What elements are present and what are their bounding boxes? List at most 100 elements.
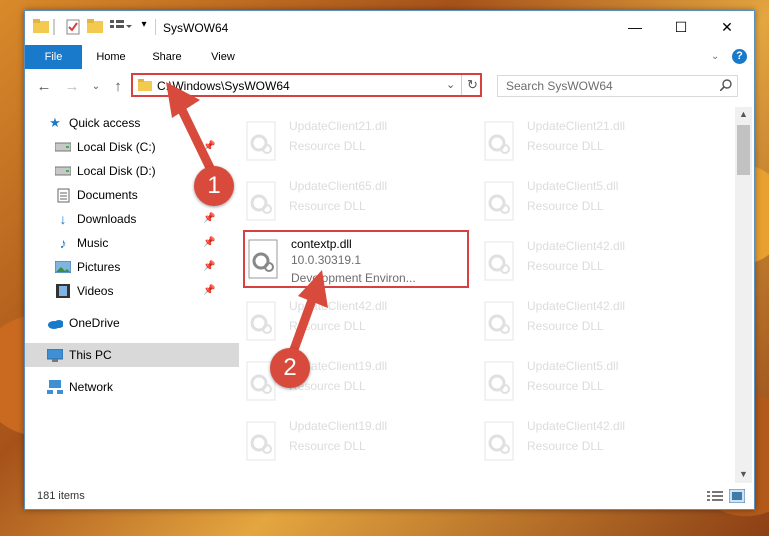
- back-arrow-icon[interactable]: ←: [35, 77, 53, 95]
- file-name: UpdateClient65.dll: [289, 179, 388, 193]
- file-item[interactable]: UpdateClient5.dll Resource DLL: [483, 355, 713, 409]
- file-item[interactable]: UpdateClient42.dll Resource DLL: [483, 295, 713, 349]
- address-bar[interactable]: C:\Windows\SysWOW64 ⌄ ↻: [131, 73, 482, 97]
- folder-icon: [33, 19, 49, 33]
- status-bar: 181 items: [25, 485, 754, 509]
- sidebar-item-label: Local Disk (D:): [77, 164, 156, 178]
- sidebar-item-downloads[interactable]: ↓ Downloads 📌: [25, 207, 247, 231]
- sidebar-item-music[interactable]: ♪ Music 📌: [25, 231, 247, 255]
- file-type: Resource DLL: [527, 379, 604, 393]
- file-item[interactable]: UpdateClient5.dll Resource DLL: [483, 175, 713, 229]
- tab-share[interactable]: Share: [145, 45, 189, 69]
- dll-file-icon: [483, 361, 517, 403]
- explorer-window: ▾ SysWOW64 — ☐ ✕ File Home Share View ⌄ …: [24, 10, 755, 510]
- sidebar-item-network[interactable]: Network: [25, 375, 239, 399]
- title-bar: ▾ SysWOW64 — ☐ ✕: [25, 11, 754, 45]
- file-item[interactable]: UpdateClient21.dll Resource DLL: [245, 115, 475, 169]
- customize-toolbar-icon[interactable]: [109, 19, 133, 33]
- pin-icon[interactable]: 📌: [203, 261, 215, 272]
- scroll-down-icon[interactable]: ▼: [739, 469, 748, 479]
- file-highlight-box: [243, 230, 469, 288]
- chevron-down-icon[interactable]: ▾: [139, 19, 149, 30]
- sidebar-item-onedrive[interactable]: OneDrive: [25, 311, 239, 335]
- address-dropdown-chevron-icon[interactable]: ⌄: [446, 78, 455, 91]
- dll-file-icon: [245, 421, 279, 463]
- separator: [155, 19, 156, 35]
- sidebar-item-label: Documents: [77, 188, 138, 202]
- file-name: UpdateClient21.dll: [289, 119, 388, 133]
- sidebar-item-label: OneDrive: [69, 316, 120, 330]
- folder-icon: [138, 79, 152, 94]
- sidebar-item-label: Downloads: [77, 212, 137, 226]
- address-path[interactable]: C:\Windows\SysWOW64: [157, 79, 290, 93]
- tab-home[interactable]: Home: [87, 45, 135, 69]
- sidebar-item-label: Pictures: [77, 260, 121, 274]
- file-list: UpdateClient21.dll Resource DLL UpdateCl…: [241, 107, 735, 481]
- file-type: Resource DLL: [527, 199, 604, 213]
- new-folder-icon[interactable]: [87, 19, 103, 33]
- file-name: UpdateClient42.dll: [527, 239, 626, 253]
- sidebar-item-label: Videos: [77, 284, 114, 298]
- sidebar-item-label: Network: [69, 380, 114, 394]
- sidebar-item-label: Local Disk (C:): [77, 140, 156, 154]
- file-name: UpdateClient42.dll: [527, 299, 626, 313]
- dll-file-icon: [483, 121, 517, 163]
- music-icon: ♪: [59, 235, 67, 251]
- cloud-icon: [47, 316, 63, 330]
- computer-icon: [47, 348, 63, 362]
- file-item[interactable]: UpdateClient42.dll Resource DLL: [483, 235, 713, 289]
- file-item[interactable]: UpdateClient65.dll Resource DLL: [245, 175, 475, 229]
- pin-icon[interactable]: 📌: [203, 237, 215, 248]
- pin-icon[interactable]: 📌: [203, 213, 215, 224]
- pin-icon[interactable]: 📌: [203, 285, 215, 296]
- sidebar-item-label: This PC: [69, 348, 112, 362]
- scroll-up-icon[interactable]: ▲: [739, 109, 748, 119]
- file-item[interactable]: UpdateClient21.dll Resource DLL: [483, 115, 713, 169]
- up-arrow-icon[interactable]: ↑: [109, 77, 127, 95]
- vertical-scrollbar[interactable]: ▲ ▼: [735, 107, 752, 483]
- file-name: UpdateClient42.dll: [289, 299, 388, 313]
- pictures-icon: [55, 260, 71, 274]
- dll-file-icon: [483, 301, 517, 343]
- file-type: Resource DLL: [527, 439, 604, 453]
- file-name: UpdateClient19.dll: [289, 419, 388, 433]
- ribbon-expand-chevron-icon[interactable]: ⌄: [711, 51, 719, 62]
- dll-file-icon: [483, 181, 517, 223]
- file-item[interactable]: UpdateClient42.dll Resource DLL: [245, 295, 475, 349]
- drive-icon: [55, 164, 71, 178]
- file-item[interactable]: UpdateClient42.dll Resource DLL: [483, 415, 713, 469]
- help-button[interactable]: ?: [732, 49, 747, 64]
- file-type: Resource DLL: [289, 319, 366, 333]
- star-icon: ★: [49, 115, 61, 130]
- search-placeholder: Search SysWOW64: [506, 79, 613, 93]
- forward-arrow-icon[interactable]: →: [63, 77, 81, 95]
- sidebar-item-local-disk-c[interactable]: Local Disk (C:) 📌: [25, 135, 247, 159]
- maximize-button[interactable]: ☐: [658, 11, 704, 43]
- sidebar-item-videos[interactable]: Videos 📌: [25, 279, 247, 303]
- search-icon[interactable]: [719, 79, 732, 94]
- sidebar-item-this-pc[interactable]: This PC: [25, 343, 239, 367]
- search-input[interactable]: Search SysWOW64: [497, 75, 738, 97]
- file-item[interactable]: UpdateClient19.dll Resource DLL: [245, 415, 475, 469]
- sidebar-item-label: Quick access: [69, 116, 141, 130]
- item-count: 181 items: [37, 490, 85, 502]
- recent-locations-chevron-icon[interactable]: ⌄: [87, 77, 105, 95]
- sidebar-item-pictures[interactable]: Pictures 📌: [25, 255, 247, 279]
- step-2-badge: 2: [270, 348, 310, 388]
- file-name: UpdateClient5.dll: [527, 359, 619, 373]
- file-type: Resource DLL: [527, 259, 604, 273]
- minimize-button[interactable]: —: [612, 11, 658, 43]
- close-button[interactable]: ✕: [704, 11, 750, 43]
- file-type: Resource DLL: [289, 139, 366, 153]
- tab-view[interactable]: View: [201, 45, 245, 69]
- scrollbar-thumb[interactable]: [737, 125, 750, 175]
- videos-icon: [55, 284, 71, 298]
- properties-icon[interactable]: [65, 19, 81, 35]
- file-name: UpdateClient42.dll: [527, 419, 626, 433]
- pin-icon[interactable]: 📌: [203, 141, 215, 152]
- details-view-icon[interactable]: [707, 490, 723, 505]
- file-type: Resource DLL: [527, 139, 604, 153]
- refresh-icon[interactable]: ↻: [467, 77, 478, 93]
- sidebar-item-quick-access[interactable]: ★ Quick access: [25, 111, 239, 135]
- large-icons-view-icon[interactable]: [728, 488, 746, 506]
